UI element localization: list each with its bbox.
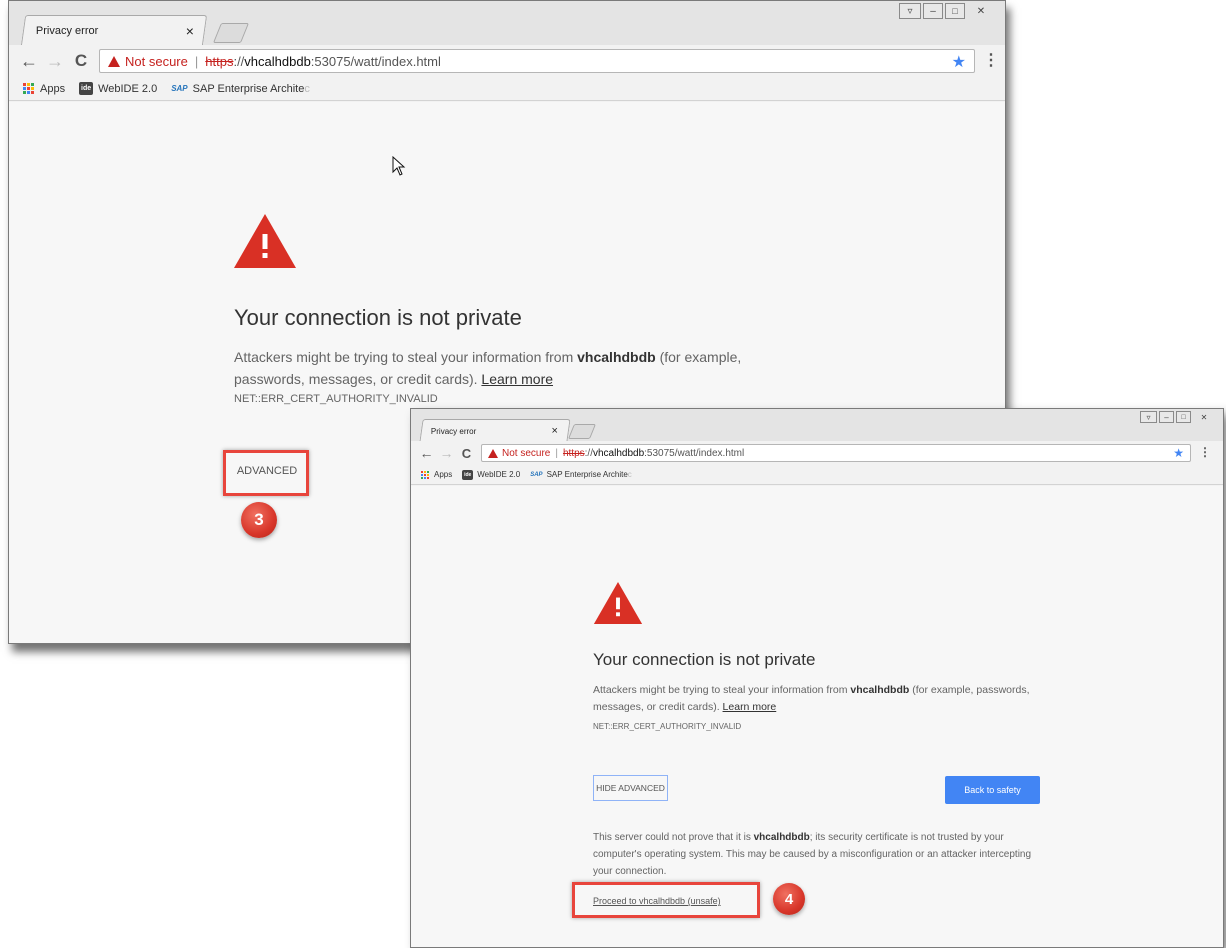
minimize-icon[interactable]: – bbox=[923, 3, 943, 19]
description-host: vhcalhdbdb bbox=[577, 349, 656, 365]
browser-window-proceed-step: Privacy error × ▿ – □ ✕ ← → C Not secure… bbox=[410, 408, 1224, 948]
back-to-safety-button[interactable]: Back to safety bbox=[945, 776, 1040, 804]
bookmark-apps[interactable]: Apps bbox=[434, 470, 452, 479]
bookmark-overflow-fade: c bbox=[304, 82, 310, 95]
reload-icon[interactable]: C bbox=[71, 51, 91, 71]
url-scheme-separator: :// bbox=[584, 447, 593, 459]
apps-grid-icon bbox=[23, 83, 34, 94]
not-secure-label: Not secure bbox=[125, 53, 188, 69]
tab-close-icon[interactable]: × bbox=[186, 23, 194, 39]
error-code: NET::ERR_CERT_AUTHORITY_INVALID bbox=[593, 722, 742, 731]
close-window-icon[interactable]: ✕ bbox=[967, 3, 995, 19]
url-scheme-separator: :// bbox=[233, 53, 245, 69]
warning-triangle-icon bbox=[234, 214, 296, 268]
learn-more-link[interactable]: Learn more bbox=[723, 701, 777, 713]
url-separator: | bbox=[194, 53, 199, 69]
bookmark-overflow-fade: c bbox=[627, 470, 632, 479]
bookmark-star-icon[interactable]: ★ bbox=[1173, 446, 1184, 460]
close-window-icon[interactable]: ✕ bbox=[1193, 411, 1215, 423]
hide-advanced-button[interactable]: HIDE ADVANCED bbox=[593, 775, 668, 801]
apps-grid-icon bbox=[421, 470, 429, 479]
advanced-explanation: This server could not prove that it is v… bbox=[593, 829, 1043, 880]
learn-more-link[interactable]: Learn more bbox=[481, 371, 553, 387]
not-secure-label: Not secure bbox=[502, 447, 551, 459]
tab-title: Privacy error bbox=[35, 25, 99, 37]
warning-triangle-icon bbox=[593, 582, 643, 624]
back-arrow-icon[interactable]: ← bbox=[19, 51, 39, 71]
bookmark-star-icon[interactable]: ★ bbox=[952, 52, 966, 72]
webide-icon: ide bbox=[79, 82, 94, 95]
description-host: vhcalhdbdb bbox=[850, 684, 910, 696]
highlight-box-advanced bbox=[223, 450, 309, 496]
bookmarks-bar: Apps ide WebIDE 2.0 SAP SAP Enterprise A… bbox=[9, 77, 1005, 101]
window-controls: ▿ – □ ✕ bbox=[1140, 411, 1215, 423]
mouse-cursor-icon bbox=[392, 156, 406, 176]
address-bar[interactable]: Not secure | https://vhcalhdbdb:53075/wa… bbox=[481, 444, 1191, 462]
url-scheme: https bbox=[205, 53, 234, 69]
bookmark-sap-enterprise-architect[interactable]: SAP Enterprise Archite bbox=[193, 83, 305, 95]
error-page-content: Your connection is not private Attackers… bbox=[411, 486, 1223, 947]
menu-dots-icon[interactable]: ⋮ bbox=[1199, 445, 1211, 459]
advanced-host: vhcalhdbdb bbox=[753, 832, 810, 843]
tab-privacy-error[interactable]: Privacy error × bbox=[419, 419, 571, 442]
title-bar: Privacy error × ▿ – □ ✕ bbox=[9, 1, 1005, 46]
bookmark-webide[interactable]: WebIDE 2.0 bbox=[98, 83, 157, 95]
forward-arrow-icon[interactable]: → bbox=[45, 51, 65, 71]
tab-privacy-error[interactable]: Privacy error × bbox=[20, 15, 208, 46]
url-separator: | bbox=[555, 447, 558, 459]
maximize-icon[interactable]: □ bbox=[945, 3, 965, 19]
webide-icon: ide bbox=[462, 469, 474, 480]
new-tab-button[interactable] bbox=[212, 23, 250, 43]
reload-icon[interactable]: C bbox=[459, 445, 474, 461]
highlight-box-proceed-link bbox=[572, 882, 760, 918]
back-arrow-icon[interactable]: ← bbox=[419, 445, 434, 461]
sap-icon: SAP bbox=[530, 471, 543, 478]
user-icon[interactable]: ▿ bbox=[1140, 411, 1157, 423]
sap-icon: SAP bbox=[171, 84, 188, 93]
bookmark-sap-enterprise-architect[interactable]: SAP Enterprise Archite bbox=[547, 470, 628, 479]
bookmark-apps[interactable]: Apps bbox=[40, 83, 65, 95]
bookmarks-bar: Apps ide WebIDE 2.0 SAP SAP Enterprise A… bbox=[411, 465, 1223, 485]
bookmark-webide[interactable]: WebIDE 2.0 bbox=[477, 470, 520, 479]
step-badge-3: 3 bbox=[241, 502, 277, 538]
page-title: Your connection is not private bbox=[593, 650, 816, 669]
tab-close-icon[interactable]: × bbox=[551, 425, 557, 437]
page-title: Your connection is not private bbox=[234, 305, 522, 330]
title-bar: Privacy error × ▿ – □ ✕ bbox=[411, 409, 1223, 442]
navigation-toolbar: ← → C Not secure | https://vhcalhdbdb:53… bbox=[9, 45, 1005, 77]
forward-arrow-icon[interactable]: → bbox=[439, 445, 454, 461]
address-bar[interactable]: Not secure | https://vhcalhdbdb:53075/wa… bbox=[99, 49, 975, 73]
maximize-icon[interactable]: □ bbox=[1176, 411, 1191, 423]
error-description: Attackers might be trying to steal your … bbox=[593, 682, 1033, 716]
advanced-prefix: This server could not prove that it is bbox=[593, 832, 754, 843]
description-prefix: Attackers might be trying to steal your … bbox=[593, 684, 851, 696]
url-scheme: https bbox=[562, 447, 585, 459]
url-path: :53075/watt/index.html bbox=[644, 447, 745, 459]
url-host: vhcalhdbdb bbox=[593, 447, 645, 459]
window-controls: ▿ – □ ✕ bbox=[899, 3, 995, 19]
error-description: Attackers might be trying to steal your … bbox=[234, 346, 774, 390]
new-tab-button[interactable] bbox=[567, 424, 597, 439]
tab-title: Privacy error bbox=[430, 426, 477, 436]
description-prefix: Attackers might be trying to steal your … bbox=[234, 349, 578, 365]
step-badge-4: 4 bbox=[773, 883, 805, 915]
warning-icon bbox=[488, 448, 498, 458]
menu-dots-icon[interactable]: ⋮ bbox=[983, 50, 999, 70]
url-path: :53075/watt/index.html bbox=[310, 53, 441, 69]
minimize-icon[interactable]: – bbox=[1159, 411, 1174, 423]
user-icon[interactable]: ▿ bbox=[899, 3, 921, 19]
error-code: NET::ERR_CERT_AUTHORITY_INVALID bbox=[234, 393, 438, 405]
url-host: vhcalhdbdb bbox=[244, 53, 311, 69]
warning-icon bbox=[108, 55, 120, 67]
navigation-toolbar: ← → C Not secure | https://vhcalhdbdb:53… bbox=[411, 441, 1223, 465]
